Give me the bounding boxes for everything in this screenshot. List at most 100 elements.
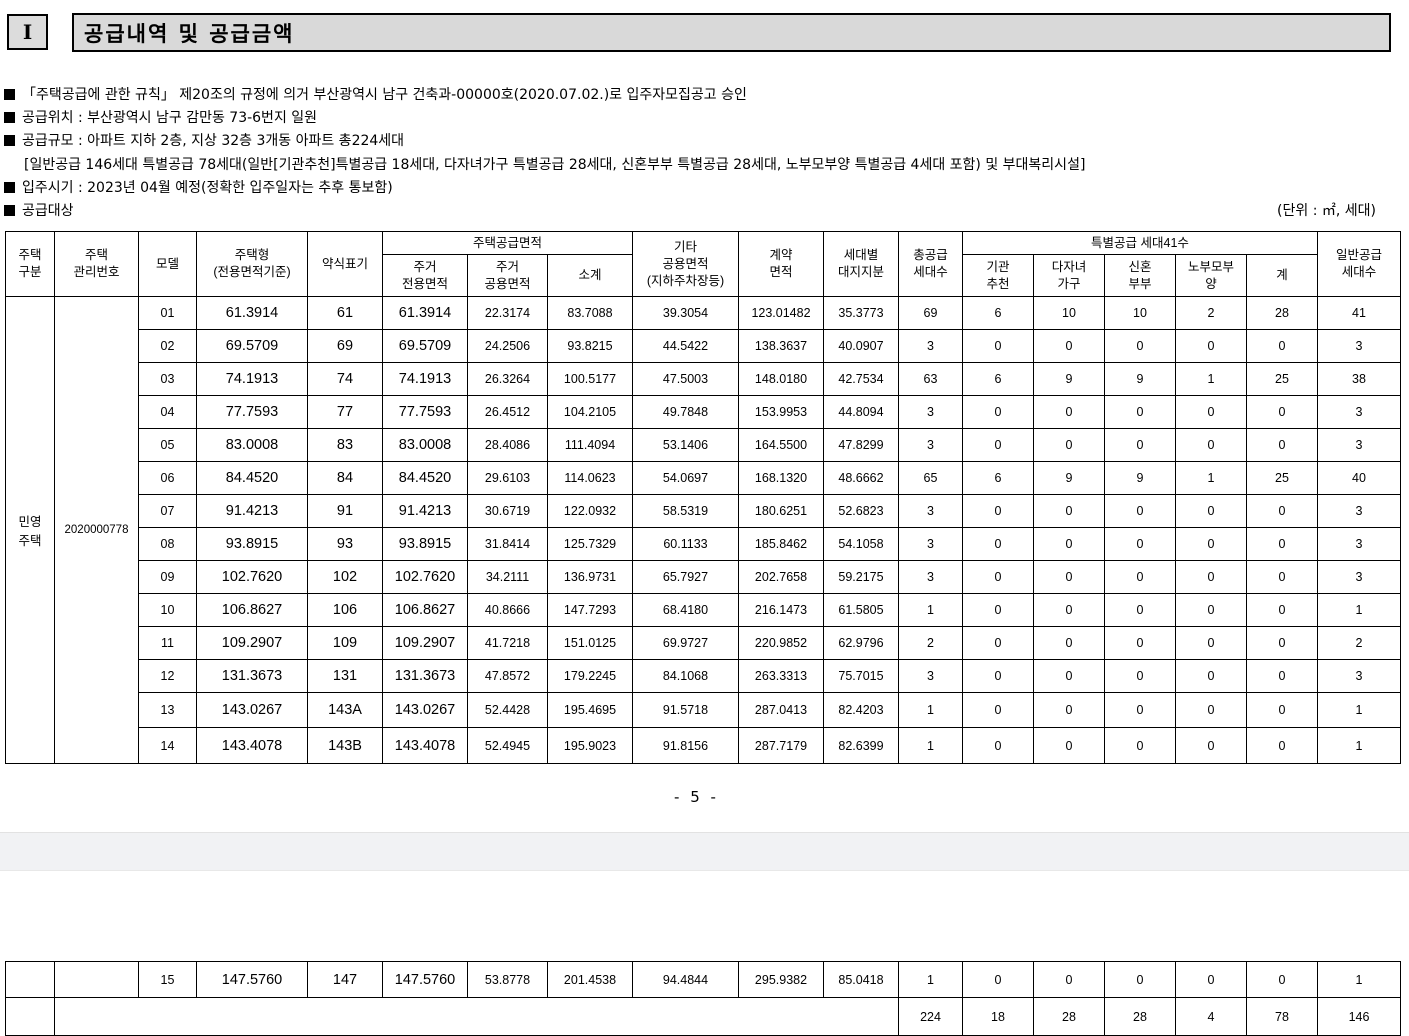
cell-total-supply: 3: [898, 329, 963, 363]
cell-contract: 148.0180: [738, 362, 824, 396]
cell-institution: 6: [962, 362, 1034, 396]
cell-land-share: 85.0418: [823, 961, 899, 998]
cell-abbr: 83: [307, 428, 383, 462]
cell-exclusive: 109.2907: [382, 626, 468, 660]
cell-common: 22.3174: [467, 296, 548, 330]
cell-institution: 0: [962, 395, 1034, 429]
table-row: 02 69.5709 69 69.5709 24.2506 93.8215 44.5422 1…: [6, 329, 1401, 363]
note-target: 공급대상 (단위 : ㎡, 세대): [4, 200, 1404, 223]
cell-contract: 287.0413: [738, 692, 824, 728]
cell-exclusive: 91.4213: [382, 494, 468, 528]
note-scale-detail: [일반공급 146세대 특별공급 78세대(일반[기관추천]특별공급 18세대,…: [24, 156, 1086, 173]
cell-housing-category-empty: [5, 997, 55, 1036]
table-row: 민영 주택 2020000778 01 61.3914 61 61.3914 22.3174…: [5, 296, 1401, 764]
cell-subtotal: 179.2245: [547, 659, 633, 693]
cell-total-supply-sum: 224: [898, 997, 963, 1036]
cell-multi-child-sum: 28: [1033, 997, 1105, 1036]
unit-label: (단위 : ㎡, 세대): [1277, 202, 1376, 219]
cell-model: 07: [138, 494, 197, 528]
cell-model: 14: [138, 727, 197, 764]
header-land-share: 세대별 대지지분: [823, 231, 899, 297]
cell-land-share: 82.4203: [823, 692, 899, 728]
cell-other-common: 69.9727: [632, 626, 739, 660]
cell-multi-child: 0: [1033, 527, 1105, 561]
bullet-square-icon: [4, 89, 15, 100]
cell-common: 41.7218: [467, 626, 548, 660]
cell-other-common: 47.5003: [632, 362, 739, 396]
cell-subtotal: 151.0125: [547, 626, 633, 660]
cell-exclusive: 143.4078: [382, 727, 468, 764]
cell-elderly-sum: 4: [1175, 997, 1247, 1036]
cell-housing-type: 147.5760: [196, 961, 308, 998]
cell-special-total: 25: [1246, 461, 1318, 495]
table-row: 08 93.8915 93 93.8915 31.8414 125.7329 60.1133…: [6, 527, 1401, 561]
cell-total-supply: 2: [898, 626, 963, 660]
header-other-common: 기타 공용면적 (지하주차장등): [632, 231, 739, 297]
header-contract: 계약 면적: [738, 231, 824, 297]
cell-contract: 168.1320: [738, 461, 824, 495]
cell-common: 34.2111: [467, 560, 548, 594]
cell-general: 1: [1317, 692, 1401, 728]
cell-multi-child: 0: [1033, 428, 1105, 462]
cell-other-common: 44.5422: [632, 329, 739, 363]
cell-housing-type: 91.4213: [196, 494, 308, 528]
table-row: 12 131.3673 131 131.3673 47.8572 179.2245 84.1…: [6, 659, 1401, 693]
cell-housing-category-empty: [5, 961, 55, 998]
cell-total-supply: 3: [898, 527, 963, 561]
cell-newlywed-sum: 28: [1104, 997, 1176, 1036]
cell-special-total: 0: [1246, 593, 1318, 627]
cell-elderly: 0: [1175, 593, 1247, 627]
cell-general: 3: [1317, 428, 1401, 462]
cell-newlywed: 0: [1104, 329, 1176, 363]
cell-common: 29.6103: [467, 461, 548, 495]
table-row: 15 147.5760 147 147.5760 53.8778 201.4538 94.4…: [5, 961, 1401, 998]
cell-abbr: 93: [307, 527, 383, 561]
cell-other-common: 54.0697: [632, 461, 739, 495]
header-subtotal: 소계: [547, 254, 633, 297]
cell-multi-child: 0: [1033, 961, 1105, 998]
cell-other-common: 91.5718: [632, 692, 739, 728]
cell-newlywed: 0: [1104, 692, 1176, 728]
table-row: 11 109.2907 109 109.2907 41.7218 151.0125 69.9…: [6, 626, 1401, 660]
cell-contract: 123.01482: [738, 296, 824, 330]
cell-subtotal: 114.0623: [547, 461, 633, 495]
cell-total-supply: 63: [898, 362, 963, 396]
cell-abbr: 143A: [307, 692, 383, 728]
header-elderly: 노부모부 양: [1175, 254, 1247, 297]
cell-model: 12: [138, 659, 197, 693]
cell-special-total: 0: [1246, 329, 1318, 363]
note-scale: 공급규모 : 아파트 지하 2층, 지상 32층 3개동 아파트 총224세대: [4, 130, 1404, 153]
cell-subtotal: 201.4538: [547, 961, 633, 998]
cell-model: 01: [138, 296, 197, 330]
cell-common: 26.3264: [467, 362, 548, 396]
cell-multi-child: 0: [1033, 593, 1105, 627]
cell-elderly: 0: [1175, 494, 1247, 528]
cell-elderly: 0: [1175, 961, 1247, 998]
cell-institution: 0: [962, 659, 1034, 693]
cell-land-share: 44.8094: [823, 395, 899, 429]
cell-housing-type: 106.8627: [196, 593, 308, 627]
cell-general: 2: [1317, 626, 1401, 660]
table-row: 03 74.1913 74 74.1913 26.3264 100.5177 47.5003…: [6, 362, 1401, 396]
cell-newlywed: 9: [1104, 461, 1176, 495]
cell-abbr: 143B: [307, 727, 383, 764]
cell-land-share: 75.7015: [823, 659, 899, 693]
cell-housing-type: 74.1913: [196, 362, 308, 396]
cell-general: 41: [1317, 296, 1401, 330]
cell-other-common: 94.4844: [632, 961, 739, 998]
cell-subtotal: 195.4695: [547, 692, 633, 728]
cell-total-supply: 3: [898, 560, 963, 594]
cell-land-share: 52.6823: [823, 494, 899, 528]
cell-subtotal: 136.9731: [547, 560, 633, 594]
cell-general: 3: [1317, 329, 1401, 363]
cell-abbr: 77: [307, 395, 383, 429]
cell-subtotal: 195.9023: [547, 727, 633, 764]
cell-housing-type: 131.3673: [196, 659, 308, 693]
cell-common: 52.4945: [467, 727, 548, 764]
cell-special-total: 28: [1246, 296, 1318, 330]
cell-elderly: 0: [1175, 428, 1247, 462]
header-model: 모델: [138, 231, 197, 297]
cell-model: 11: [138, 626, 197, 660]
cell-institution: 6: [962, 296, 1034, 330]
cell-exclusive: 131.3673: [382, 659, 468, 693]
